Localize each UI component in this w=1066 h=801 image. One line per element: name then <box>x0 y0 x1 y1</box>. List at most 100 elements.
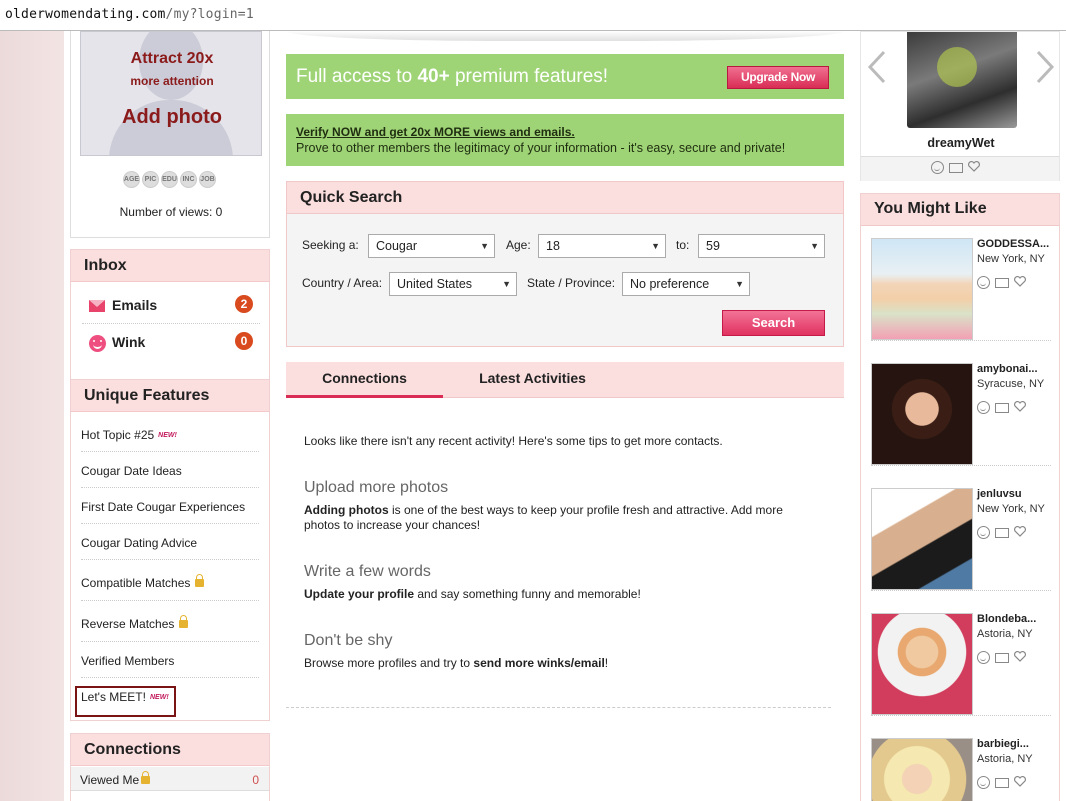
email-icon[interactable] <box>995 278 1009 288</box>
email-icon[interactable] <box>949 163 963 173</box>
activity-tabs: Connections Latest Activities <box>286 362 844 398</box>
lock-icon <box>195 574 205 587</box>
content-divider <box>286 707 831 708</box>
left-side-decoration <box>0 31 64 801</box>
member-location: New York, NY <box>977 503 1045 515</box>
heart-icon[interactable] <box>1014 651 1026 662</box>
tab-latest-activities[interactable]: Latest Activities <box>466 362 599 398</box>
member-name[interactable]: jenluvsu <box>977 488 1022 500</box>
url-text[interactable]: olderwomendating.com/my?login=1 <box>5 7 254 22</box>
lock-icon <box>141 771 151 784</box>
wink-icon[interactable] <box>977 651 990 664</box>
viewed-me-count: 0 <box>252 773 259 787</box>
heart-icon[interactable] <box>1014 401 1026 412</box>
inbox-emails-row[interactable]: Emails 2 <box>82 287 260 324</box>
state-select[interactable]: No preference <box>622 272 750 296</box>
emails-label[interactable]: Emails <box>112 297 157 313</box>
wink-icon[interactable] <box>977 276 990 289</box>
badge-pic[interactable]: PIC <box>142 171 159 188</box>
wink-icon[interactable] <box>931 161 944 174</box>
inbox-panel: Inbox Emails 2 Wink 0 <box>70 249 270 391</box>
heart-icon[interactable] <box>1014 526 1026 537</box>
feature-first-date-experiences[interactable]: First Date Cougar Experiences <box>81 488 259 524</box>
badge-job[interactable]: JOB <box>199 171 216 188</box>
inbox-wink-row[interactable]: Wink 0 <box>82 324 260 361</box>
send-winks-link[interactable]: send more winks/email <box>473 656 604 670</box>
featured-member-card: dreamyWet <box>860 31 1060 181</box>
age-from-select[interactable]: 18 <box>538 234 666 258</box>
badge-edu[interactable]: EDU <box>161 171 178 188</box>
member-photo[interactable] <box>871 613 973 715</box>
heart-icon[interactable] <box>968 161 980 172</box>
member-row[interactable]: amybonai... Syracuse, NY <box>871 351 1051 466</box>
feature-verified-members[interactable]: Verified Members <box>81 642 259 678</box>
tip-write-words-heading: Write a few words <box>304 563 431 580</box>
prev-arrow-icon[interactable] <box>867 50 887 84</box>
feature-dating-advice[interactable]: Cougar Dating Advice <box>81 524 259 560</box>
age-to-select[interactable]: 59 <box>698 234 825 258</box>
lets-meet-highlight <box>75 686 176 717</box>
member-photo[interactable] <box>871 238 973 340</box>
email-icon[interactable] <box>995 653 1009 663</box>
member-row[interactable]: jenluvsu New York, NY <box>871 476 1051 591</box>
profile-photo-box: Attract 20x more attention Add photo AGE… <box>70 31 270 238</box>
feature-reverse-matches[interactable]: Reverse Matches <box>81 601 259 642</box>
viewed-me-row[interactable]: Viewed Me 0 <box>71 767 269 791</box>
upgrade-banner-text: Full access to 40+ premium features! <box>296 66 609 87</box>
quick-search-panel: Quick Search Seeking a: Cougar Age: 18 t… <box>286 181 844 347</box>
feature-hot-topic[interactable]: Hot Topic #25 NEW! <box>81 412 259 452</box>
email-icon[interactable] <box>995 528 1009 538</box>
badge-age[interactable]: AGE <box>123 171 140 188</box>
emails-count-badge: 2 <box>235 295 253 313</box>
country-select[interactable]: United States <box>389 272 517 296</box>
member-photo[interactable] <box>871 488 973 590</box>
country-label: Country / Area: <box>302 276 383 290</box>
inbox-title: Inbox <box>71 250 269 282</box>
seeking-select[interactable]: Cougar <box>368 234 495 258</box>
next-arrow-icon[interactable] <box>1035 50 1055 84</box>
address-bar[interactable]: olderwomendating.com/my?login=1 <box>0 0 1066 31</box>
heart-icon[interactable] <box>1014 776 1026 787</box>
feature-compatible-matches[interactable]: Compatible Matches <box>81 560 259 601</box>
photo-highlight <box>937 47 977 87</box>
wink-icon[interactable] <box>977 526 990 539</box>
member-actions <box>977 276 1026 289</box>
verify-link[interactable]: Verify NOW and get 20x MORE views and em… <box>296 125 834 139</box>
wink-icon[interactable] <box>977 401 990 414</box>
member-name[interactable]: Blondeba... <box>977 613 1036 625</box>
connections-panel: Connections Viewed Me 0 <box>70 733 270 801</box>
featured-member-name[interactable]: dreamyWet <box>861 136 1061 150</box>
member-row[interactable]: barbiegi... Astoria, NY <box>871 726 1051 801</box>
feature-cougar-date-ideas[interactable]: Cougar Date Ideas <box>81 452 259 488</box>
member-row[interactable]: GODDESSA... New York, NY <box>871 226 1051 341</box>
wink-icon[interactable] <box>977 776 990 789</box>
viewed-me-label[interactable]: Viewed Me <box>80 771 151 787</box>
member-location: Astoria, NY <box>977 628 1033 640</box>
featured-member-photo[interactable] <box>907 32 1017 128</box>
age-label: Age: <box>506 238 531 252</box>
member-row[interactable]: Blondeba... Astoria, NY <box>871 601 1051 716</box>
member-photo[interactable] <box>871 363 973 465</box>
search-button[interactable]: Search <box>722 310 825 336</box>
heart-icon[interactable] <box>1014 276 1026 287</box>
member-name[interactable]: GODDESSA... <box>977 238 1049 250</box>
add-photo-link[interactable]: Add photo <box>81 106 261 129</box>
member-name[interactable]: barbiegi... <box>977 738 1029 750</box>
add-photo-placeholder[interactable]: Attract 20x more attention Add photo <box>80 31 262 156</box>
badge-inc[interactable]: INC <box>180 171 197 188</box>
email-icon[interactable] <box>995 778 1009 788</box>
email-icon[interactable] <box>995 403 1009 413</box>
state-label: State / Province: <box>527 276 616 290</box>
member-location: Syracuse, NY <box>977 378 1045 390</box>
more-attention-text: more attention <box>130 74 214 88</box>
tip-upload-photos-heading: Upload more photos <box>304 479 449 496</box>
tab-connections[interactable]: Connections <box>286 362 443 398</box>
member-actions <box>977 776 1026 789</box>
member-photo[interactable] <box>871 738 973 801</box>
upgrade-now-button[interactable]: Upgrade Now <box>727 66 829 89</box>
tip-upload-photos-body: Adding photos is one of the best ways to… <box>304 503 783 532</box>
adding-photos-link[interactable]: Adding photos <box>304 503 389 517</box>
member-name[interactable]: amybonai... <box>977 363 1038 375</box>
wink-label[interactable]: Wink <box>112 334 145 350</box>
update-profile-link[interactable]: Update your profile <box>304 587 414 601</box>
